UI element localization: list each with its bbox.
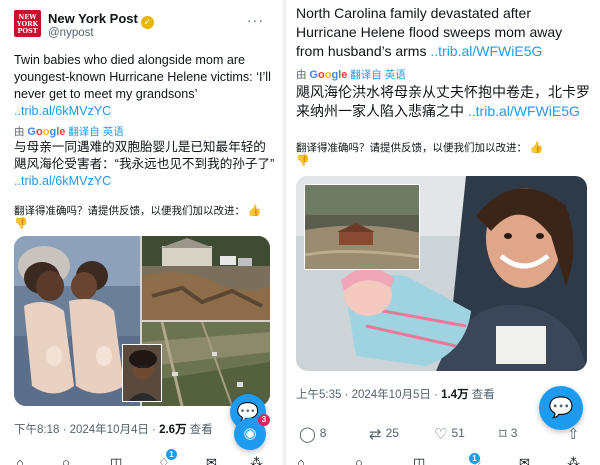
panel-divider — [283, 0, 286, 465]
translation-text: 飓风海伦洪水将母亲从丈夫怀抱中卷走，北卡罗来纳州一家人陷入悲痛之中 ..trib… — [296, 83, 591, 121]
share-icon: ⇧ — [567, 426, 580, 443]
view-count: 2.6万 — [159, 424, 187, 436]
translation-link[interactable]: ..trib.al/WFWiE5G — [468, 103, 580, 119]
views-label: 查看 — [468, 389, 495, 401]
feedback-text: 翻译得准确吗？请提供反馈，以便我们加以改进： — [296, 142, 527, 154]
search-nav-icon[interactable]: ○ — [355, 455, 363, 465]
reply-button[interactable]: ◯ 8 — [299, 425, 326, 443]
tweet-media-grid[interactable] — [14, 236, 270, 406]
translation-feedback: 翻译得准确吗？请提供反馈，以便我们加以改进： 👍 — [14, 203, 262, 218]
tweet-link-text[interactable]: trib.al/6kMVzYC — [21, 104, 111, 118]
tweet-header: NEW YORK POST New York Post ✓ @nypost ··· — [14, 10, 274, 40]
grok-nav-icon[interactable]: ◫ — [413, 455, 425, 465]
tweet-text: North Carolina family devastated after H… — [296, 4, 591, 61]
thumbs-down-icon[interactable]: 👎 — [14, 217, 28, 230]
translated-prefix: 由 — [296, 69, 307, 81]
tweet-timestamp: 下午8:18 · 2024年10月4日 · 2.6万 查看 — [14, 421, 213, 437]
like-count: 51 — [451, 426, 465, 440]
communities-nav-icon[interactable]: ⁂ — [567, 455, 580, 465]
thumbs-down-row: 👎 — [14, 217, 28, 230]
thumbs-down-row: 👎 — [296, 154, 310, 167]
tweet-timestamp: 上午5:35 · 2024年10月5日 · 1.4万 查看 — [296, 386, 495, 402]
translation-link-text[interactable]: trib.al/WFWiE5G — [476, 103, 580, 119]
translated-from-english[interactable]: 翻译自 英语 — [350, 69, 405, 81]
left-tweet-panel: NEW YORK POST New York Post ✓ @nypost ··· T… — [0, 0, 282, 465]
tweet-text-body: Twin babies who died alongside mom are y… — [14, 53, 271, 101]
tweet-actions: ◯ 8 ⇄ 25 ♡ 51 ⌑ 3 ⇧ — [299, 425, 594, 445]
grok-nav-icon[interactable]: ◫ — [110, 455, 122, 465]
heart-icon: ♡ — [434, 426, 448, 443]
google-logo: Google — [309, 69, 348, 81]
bookmark-icon: ⌑ — [499, 426, 507, 443]
photo-flooded-house-inset[interactable] — [304, 184, 420, 270]
translated-by-google: 由 Google 翻译自 英语 — [296, 67, 406, 81]
timestamp-text[interactable]: 下午8:18 · 2024年10月4日 · — [14, 424, 159, 436]
view-count: 1.4万 — [441, 389, 469, 401]
tweet-text: Twin babies who died alongside mom are y… — [14, 52, 276, 120]
photo-mother-portrait[interactable] — [122, 344, 162, 402]
bottom-navbar: ⌂ ○ ◫ ♢ ✉ ⁂ — [287, 453, 600, 465]
translated-prefix: 由 — [14, 126, 25, 138]
retweet-button[interactable]: ⇄ 25 — [369, 425, 399, 443]
retweet-icon: ⇄ — [369, 426, 382, 443]
tweet-link[interactable]: ..trib.al/6kMVzYC — [14, 104, 111, 118]
bottom-navbar: ⌂ ○ ◫ ♢ ✉ ⁂ — [0, 453, 282, 465]
like-button[interactable]: ♡ 51 — [434, 425, 465, 443]
views-label: 查看 — [186, 424, 213, 436]
tweet-link-text[interactable]: trib.al/WFWiE5G — [438, 43, 542, 59]
feedback-text: 翻译得准确吗？请提供反馈，以便我们加以改进： — [14, 205, 245, 217]
reply-icon: ◯ — [299, 426, 316, 443]
home-nav-icon[interactable]: ⌂ — [16, 455, 24, 465]
timestamp-text[interactable]: 上午5:35 · 2024年10月5日 · — [296, 389, 441, 401]
compose-fab-icon[interactable]: 💬 — [539, 386, 583, 430]
tweet-media-photo[interactable] — [296, 176, 587, 371]
translated-from-english[interactable]: 翻译自 英语 — [68, 126, 123, 138]
verified-badge-icon: ✓ — [140, 16, 154, 29]
retweet-count: 25 — [385, 426, 399, 440]
more-options-icon[interactable]: ··· — [247, 12, 264, 28]
thumbs-up-icon[interactable]: 👍 — [530, 141, 544, 154]
thumbs-up-icon[interactable]: 👍 — [248, 204, 262, 217]
spaces-badge: 3 — [258, 414, 270, 426]
reply-count: 8 — [319, 426, 327, 440]
translated-by-google: 由 Google 翻译自 英语 — [14, 124, 124, 138]
tweet-link[interactable]: ..trib.al/WFWiE5G — [430, 43, 542, 59]
messages-nav-icon[interactable]: ✉ — [206, 455, 217, 465]
communities-nav-icon[interactable]: ⁂ — [250, 455, 263, 465]
translation-link-text[interactable]: trib.al/6kMVzYC — [21, 174, 111, 188]
bookmark-count: 3 — [510, 426, 518, 440]
nypost-avatar[interactable]: NEW YORK POST — [14, 10, 41, 37]
photo-flood-damage-house[interactable] — [142, 236, 270, 320]
translation-text: 与母亲一同遇难的双胞胎婴儿是已知最年轻的飓风海伦受害者：“我永远也见不到我的孙子… — [14, 139, 276, 190]
translation-link[interactable]: ..trib.al/6kMVzYC — [14, 174, 111, 188]
messages-nav-icon[interactable]: ✉ — [519, 455, 530, 465]
account-name-text[interactable]: New York Post — [48, 11, 138, 26]
account-handle[interactable]: @nypost — [48, 27, 94, 39]
thumbs-down-icon[interactable]: 👎 — [296, 154, 310, 167]
home-nav-icon[interactable]: ⌂ — [297, 455, 305, 465]
bookmark-button[interactable]: ⌑ 3 — [499, 425, 517, 443]
share-button[interactable]: ⇧ — [567, 425, 584, 443]
search-nav-icon[interactable]: ○ — [62, 455, 70, 465]
notifications-badge: 1 — [166, 449, 177, 460]
google-logo: Google — [27, 126, 66, 138]
right-tweet-panel: North Carolina family devastated after H… — [287, 0, 600, 465]
translation-body: 与母亲一同遇难的双胞胎婴儿是已知最年轻的飓风海伦受害者：“我永远也见不到我的孙子… — [14, 140, 275, 171]
translation-feedback: 翻译得准确吗？请提供反馈，以便我们加以改进： 👍 — [296, 140, 544, 155]
notifications-badge: 1 — [469, 453, 480, 464]
